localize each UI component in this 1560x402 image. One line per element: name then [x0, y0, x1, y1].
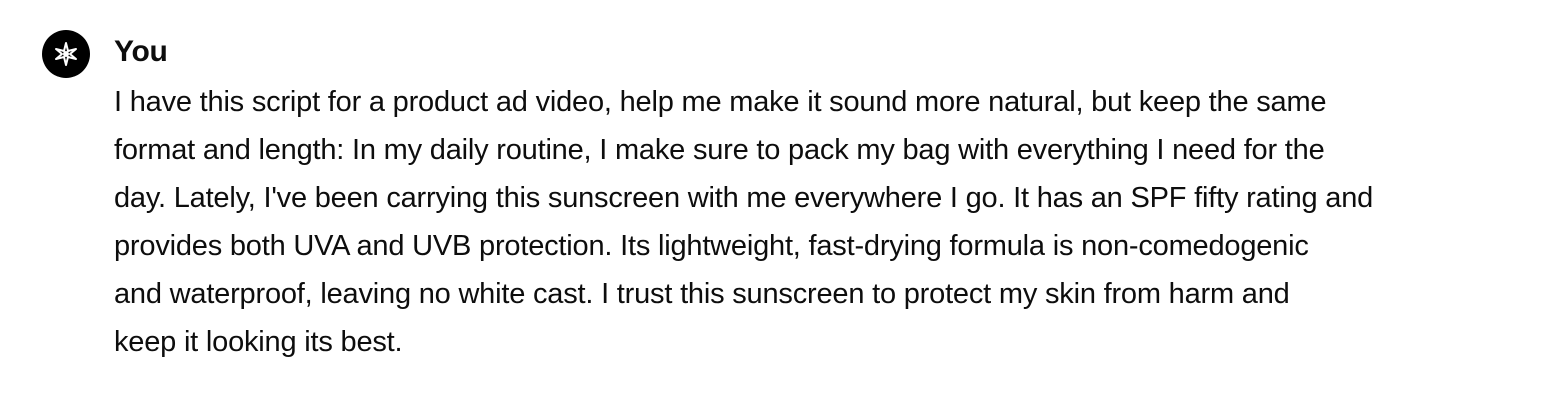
chat-message: You I have this script for a product ad …	[0, 0, 1560, 402]
user-avatar-icon	[55, 42, 77, 66]
message-text: I have this script for a product ad vide…	[114, 86, 1374, 358]
avatar	[42, 30, 90, 78]
message-author: You	[114, 35, 168, 68]
